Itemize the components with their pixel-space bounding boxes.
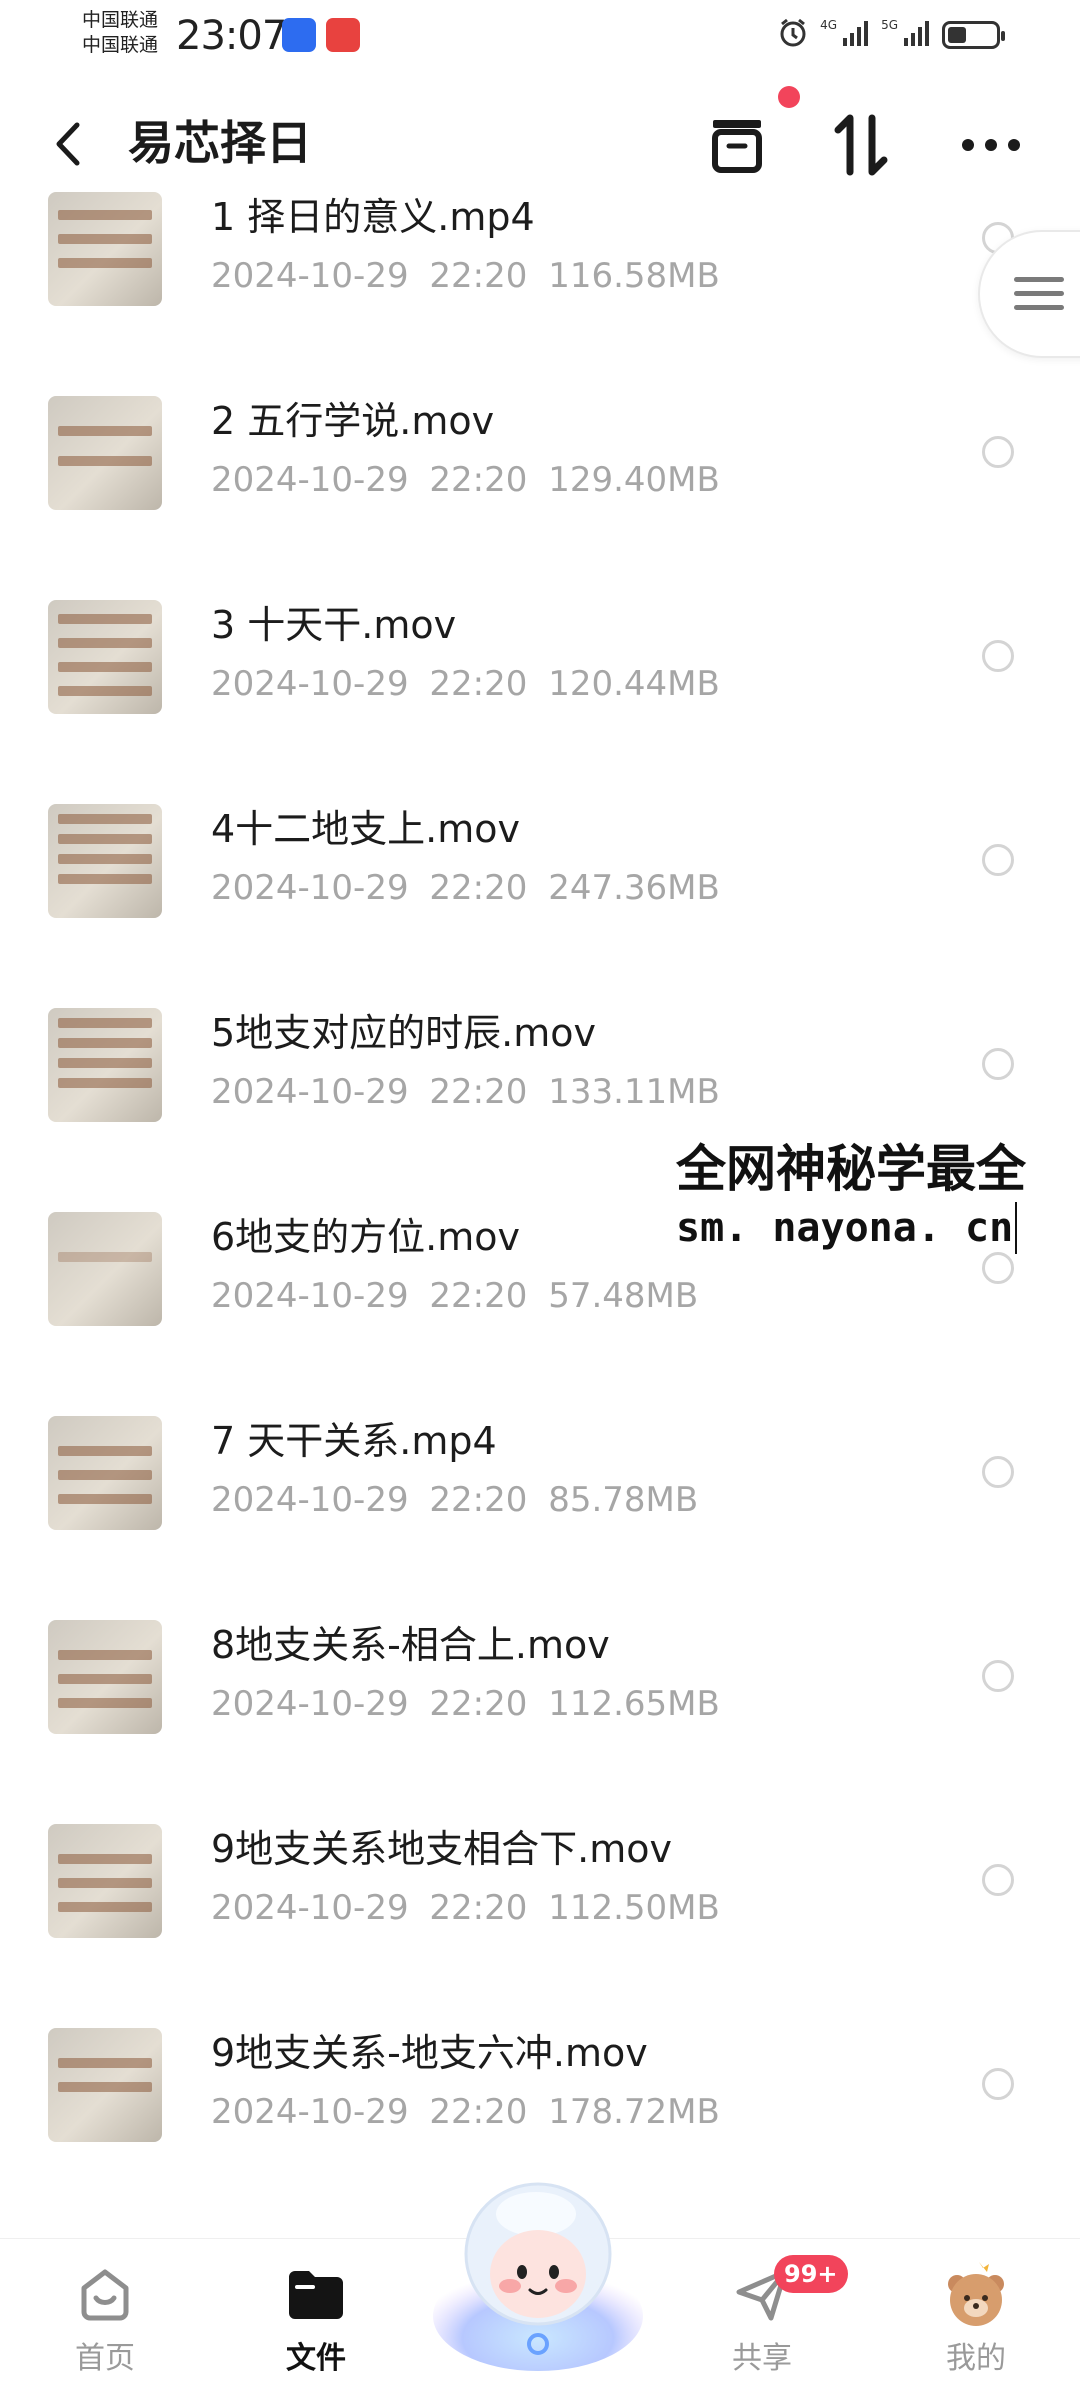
nav-home-label: 首页 — [75, 2341, 135, 2376]
select-radio[interactable] — [982, 436, 1014, 468]
file-name: 8地支关系-相合上.mov — [211, 1623, 610, 1667]
file-meta: 2024-10-29 22:20 112.65MB — [211, 1684, 720, 1724]
file-item[interactable]: 3 十天干.mov 2024-10-29 22:20 120.44MB — [0, 600, 1080, 804]
file-item[interactable]: 8地支关系-相合上.mov 2024-10-29 22:20 112.65MB — [0, 1620, 1080, 1824]
watermark-url: sm. nayona. cn — [676, 1202, 1018, 1254]
alarm-icon — [776, 16, 810, 54]
file-thumbnail — [48, 804, 162, 918]
file-meta: 2024-10-29 22:20 120.44MB — [211, 664, 720, 704]
select-radio[interactable] — [982, 844, 1014, 876]
file-item[interactable]: 9地支关系地支相合下.mov 2024-10-29 22:20 112.50MB — [0, 1824, 1080, 2028]
file-thumbnail — [48, 1824, 162, 1938]
file-name: 4十二地支上.mov — [211, 807, 521, 851]
nav-mine-label: 我的 — [946, 2341, 1006, 2376]
nav-home[interactable]: 首页 — [35, 2259, 175, 2389]
notification-app-icon — [282, 18, 316, 52]
select-radio[interactable] — [982, 1660, 1014, 1692]
file-thumbnail — [48, 1620, 162, 1734]
more-horizontal-icon — [962, 139, 1020, 151]
mascot-icon — [433, 2182, 643, 2371]
status-time: 23:07 — [176, 13, 287, 59]
carrier-labels: 中国联通 中国联通 — [82, 8, 158, 58]
file-name: 1 择日的意义.mp4 — [211, 195, 535, 239]
folder-icon — [246, 2259, 386, 2331]
watermark-text: 全网神秘学最全 — [676, 1140, 1026, 1198]
top-app-bar: 易芯择日 — [0, 84, 1080, 204]
battery-fill — [948, 27, 967, 43]
file-item[interactable]: 7 天干关系.mp4 2024-10-29 22:20 85.78MB — [0, 1416, 1080, 1620]
sort-button[interactable] — [826, 110, 896, 180]
file-name: 9地支关系地支相合下.mov — [211, 1827, 673, 1871]
file-name: 9地支关系-地支六冲.mov — [211, 2031, 648, 2075]
battery-icon — [942, 21, 1005, 49]
select-radio[interactable] — [982, 640, 1014, 672]
back-button[interactable] — [46, 116, 90, 172]
file-meta: 2024-10-29 22:20 129.40MB — [211, 460, 720, 500]
file-thumbnail — [48, 1212, 162, 1326]
signal-icon-2 — [902, 18, 932, 52]
file-thumbnail — [48, 396, 162, 510]
nav-files-label: 文件 — [286, 2341, 346, 2376]
chevron-left-icon — [56, 122, 80, 166]
file-thumbnail — [48, 1416, 162, 1530]
file-thumbnail — [48, 192, 162, 306]
file-name: 6地支的方位.mov — [211, 1215, 521, 1259]
bear-avatar-icon — [906, 2259, 1046, 2331]
signal-icon-1 — [841, 18, 871, 52]
select-radio[interactable] — [982, 1048, 1014, 1080]
ai-assistant-mascot-button[interactable] — [428, 2176, 648, 2376]
status-bar: 中国联通 中国联通 23:07 4G 5G — [0, 0, 1080, 72]
home-icon — [35, 2259, 175, 2331]
file-meta: 2024-10-29 22:20 247.36MB — [211, 868, 720, 908]
sort-icon — [834, 114, 888, 176]
nav-share[interactable]: 99+ 共享 — [692, 2255, 848, 2389]
notification-app-icon-2 — [326, 18, 360, 52]
nav-share-label: 共享 — [732, 2341, 792, 2376]
archive-button[interactable] — [702, 110, 772, 180]
file-name: 3 十天干.mov — [211, 603, 457, 647]
status-icons: 4G 5G — [776, 16, 1005, 54]
menu-icon — [1014, 277, 1064, 310]
file-meta: 2024-10-29 22:20 133.11MB — [211, 1072, 720, 1112]
nav-files[interactable]: 文件 — [246, 2259, 386, 2389]
file-item[interactable]: 2 五行学说.mov 2024-10-29 22:20 129.40MB — [0, 396, 1080, 600]
select-radio[interactable] — [982, 1456, 1014, 1488]
select-radio[interactable] — [982, 1864, 1014, 1896]
network-label-2: 5G — [881, 18, 898, 32]
select-radio[interactable] — [982, 1252, 1014, 1284]
notification-dot — [778, 86, 800, 108]
file-item[interactable]: 1 择日的意义.mp4 2024-10-29 22:20 116.58MB — [0, 192, 1080, 396]
archive-icon — [712, 120, 762, 173]
file-thumbnail — [48, 600, 162, 714]
page-title: 易芯择日 — [128, 116, 312, 170]
file-meta: 2024-10-29 22:20 57.48MB — [211, 1276, 699, 1316]
more-button[interactable] — [956, 110, 1026, 180]
carrier-1: 中国联通 — [82, 9, 159, 31]
select-radio[interactable] — [982, 2068, 1014, 2100]
carrier-2: 中国联通 — [82, 34, 159, 56]
share-badge: 99+ — [774, 2255, 848, 2293]
file-thumbnail — [48, 2028, 162, 2142]
file-meta: 2024-10-29 22:20 178.72MB — [211, 2092, 720, 2132]
file-item[interactable]: 4十二地支上.mov 2024-10-29 22:20 247.36MB — [0, 804, 1080, 1008]
file-thumbnail — [48, 1008, 162, 1122]
file-name: 5地支对应的时辰.mov — [211, 1011, 597, 1055]
file-meta: 2024-10-29 22:20 112.50MB — [211, 1888, 720, 1928]
network-label-1: 4G — [820, 18, 838, 32]
file-name: 2 五行学说.mov — [211, 399, 495, 443]
nav-mine[interactable]: 我的 — [906, 2259, 1046, 2389]
file-meta: 2024-10-29 22:20 85.78MB — [211, 1480, 699, 1520]
file-meta: 2024-10-29 22:20 116.58MB — [211, 256, 720, 296]
file-name: 7 天干关系.mp4 — [211, 1419, 497, 1463]
